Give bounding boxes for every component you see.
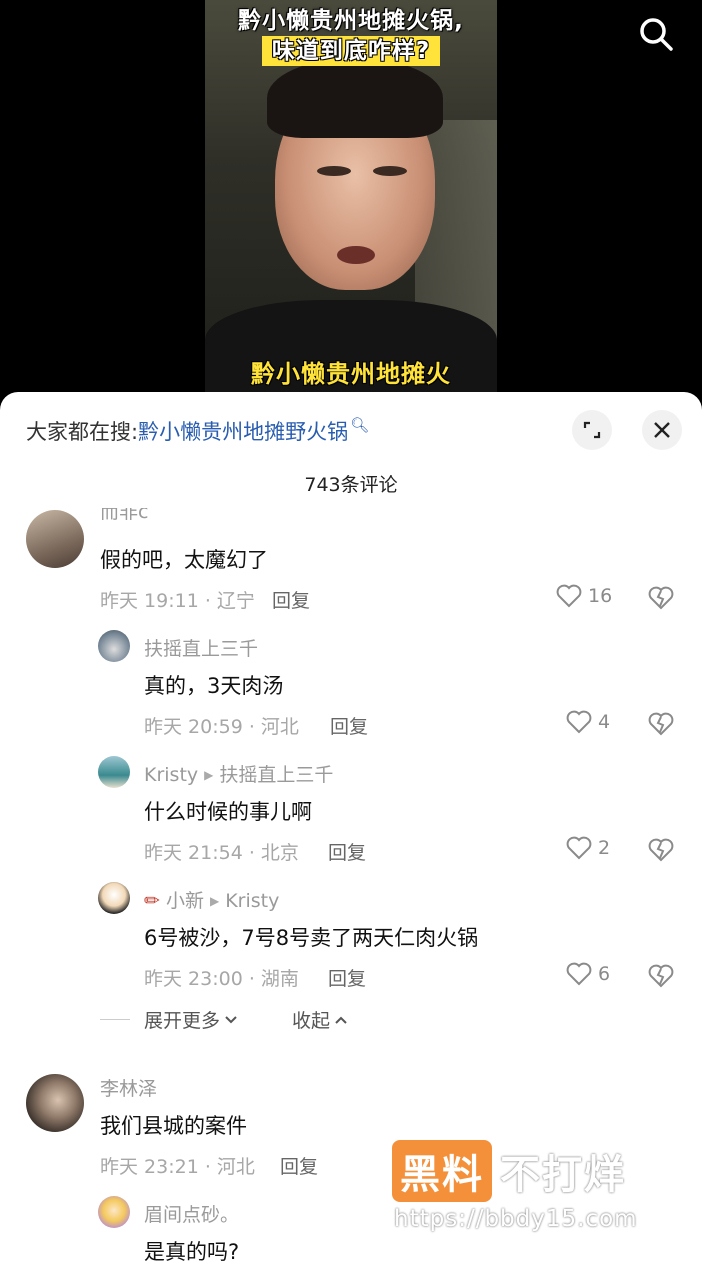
close-icon — [654, 422, 670, 438]
comment-meta: 昨天 23:21 · 河北 — [100, 1156, 255, 1178]
avatar[interactable] — [98, 882, 130, 914]
like-button[interactable]: 2 — [566, 836, 610, 860]
comment-sheet: 大家都在搜:黔小懒贵州地摊野火锅 🔍︎ 743条评论 而非c 假的吧，太魔幻了 昨… — [0, 392, 702, 1280]
video-caption: 黔小懒贵州地摊火 — [251, 360, 451, 388]
video-player[interactable]: 黔小懒贵州地摊火锅, 味道到底咋样? 黔小懒贵州地摊火 — [0, 0, 702, 400]
broken-heart-icon[interactable] — [648, 712, 674, 740]
comment-meta: 昨天 19:11 · 辽宁 — [100, 590, 255, 612]
expand-more-label: 展开更多 — [144, 1010, 221, 1032]
broken-heart-icon[interactable] — [648, 586, 674, 614]
avatar[interactable] — [98, 1196, 130, 1228]
reply-controls: 展开更多 收起 — [100, 1006, 348, 1033]
reply-button[interactable]: 回复 — [328, 964, 366, 991]
broken-heart-icon[interactable] — [648, 964, 674, 992]
comment-author[interactable]: 扶摇直上三千 — [144, 634, 258, 661]
comment-author[interactable]: ✏︎ 小新 ▶ Kristy — [144, 886, 279, 913]
mouth — [337, 246, 375, 264]
divider-line — [100, 1019, 130, 1020]
collapse-label: 收起 — [292, 1010, 331, 1032]
crayon-icon: ✏︎ — [144, 890, 160, 912]
expand-button[interactable] — [572, 410, 612, 450]
video-frame: 黔小懒贵州地摊火锅, 味道到底咋样? 黔小懒贵州地摊火 — [205, 0, 497, 400]
chevron-up-icon — [335, 1016, 347, 1024]
search-prefix: 大家都在搜: — [26, 420, 139, 444]
video-title-line2: 味道到底咋样? — [261, 36, 441, 66]
video-title-line1: 黔小懒贵州地摊火锅, — [238, 8, 464, 34]
broken-heart-icon[interactable] — [648, 838, 674, 866]
collapse-button[interactable]: 收起 — [292, 1006, 348, 1033]
comment-count: 743条评论 — [304, 474, 398, 496]
comment-author[interactable]: 眉间点砂。 — [144, 1200, 239, 1227]
comment-meta: 昨天 23:00 · 湖南 — [144, 968, 299, 990]
reply-to-name[interactable]: 扶摇直上三千 — [219, 764, 333, 786]
like-count: 4 — [598, 711, 611, 733]
reply-button[interactable]: 回复 — [272, 586, 310, 613]
close-button[interactable] — [642, 410, 682, 450]
avatar[interactable] — [98, 630, 130, 662]
search-suggestion[interactable]: 大家都在搜:黔小懒贵州地摊野火锅 🔍︎ — [26, 416, 369, 446]
reply-arrow-icon: ▶ — [209, 894, 220, 908]
reply-arrow-icon: ▶ — [204, 768, 214, 782]
comment-text: 什么时候的事儿啊 — [144, 800, 312, 824]
heart-icon — [556, 584, 582, 608]
left-eye — [317, 166, 351, 176]
like-button[interactable]: 4 — [566, 710, 610, 734]
heart-icon — [566, 962, 592, 986]
comment-author[interactable]: 而非c — [100, 508, 148, 522]
watermark: 黑料 不打烊 — [392, 1140, 626, 1202]
comment-text: 是真的吗? — [144, 1240, 240, 1264]
author-name[interactable]: Kristy — [144, 764, 198, 786]
like-count: 6 — [598, 963, 611, 985]
avatar[interactable] — [98, 756, 130, 788]
heart-icon — [566, 710, 592, 734]
comment-text: 假的吧，太魔幻了 — [100, 548, 268, 572]
expand-more-button[interactable]: 展开更多 — [144, 1006, 238, 1033]
watermark-url: https://bbdy15.com — [394, 1206, 638, 1232]
watermark-logo: 黑料 — [392, 1140, 492, 1202]
video-title: 黔小懒贵州地摊火锅, 味道到底咋样? — [205, 6, 497, 66]
like-button[interactable]: 6 — [566, 962, 610, 986]
small-search-icon: 🔍︎ — [350, 416, 370, 434]
chevron-down-icon — [225, 1015, 237, 1023]
search-keyword[interactable]: 黔小懒贵州地摊野火锅 — [138, 420, 348, 444]
reply-to-name[interactable]: Kristy — [225, 890, 279, 912]
reply-button[interactable]: 回复 — [328, 838, 366, 865]
comment-text: 真的，3天肉汤 — [144, 674, 284, 698]
comment-author[interactable]: 李林泽 — [100, 1074, 157, 1101]
reply-button[interactable]: 回复 — [330, 712, 368, 739]
author-name[interactable]: 小新 — [166, 890, 204, 912]
watermark-text: 不打烊 — [500, 1152, 626, 1198]
expand-icon — [583, 421, 601, 439]
reply-button[interactable]: 回复 — [280, 1152, 318, 1179]
avatar[interactable] — [26, 1074, 84, 1132]
right-eye — [373, 166, 407, 176]
comment-author[interactable]: Kristy ▶ 扶摇直上三千 — [144, 760, 333, 787]
like-button[interactable]: 16 — [556, 584, 612, 608]
comment-meta: 昨天 21:54 · 北京 — [144, 842, 299, 864]
like-count: 16 — [588, 585, 613, 607]
search-icon[interactable] — [636, 14, 676, 54]
comment-meta: 昨天 20:59 · 河北 — [144, 716, 299, 738]
person-hair — [267, 58, 443, 138]
avatar[interactable] — [26, 510, 84, 568]
like-count: 2 — [598, 837, 611, 859]
comment-text: 6号被沙，7号8号卖了两天仁肉火锅 — [144, 926, 479, 950]
heart-icon — [566, 836, 592, 860]
comment-text: 我们县城的案件 — [100, 1114, 247, 1138]
